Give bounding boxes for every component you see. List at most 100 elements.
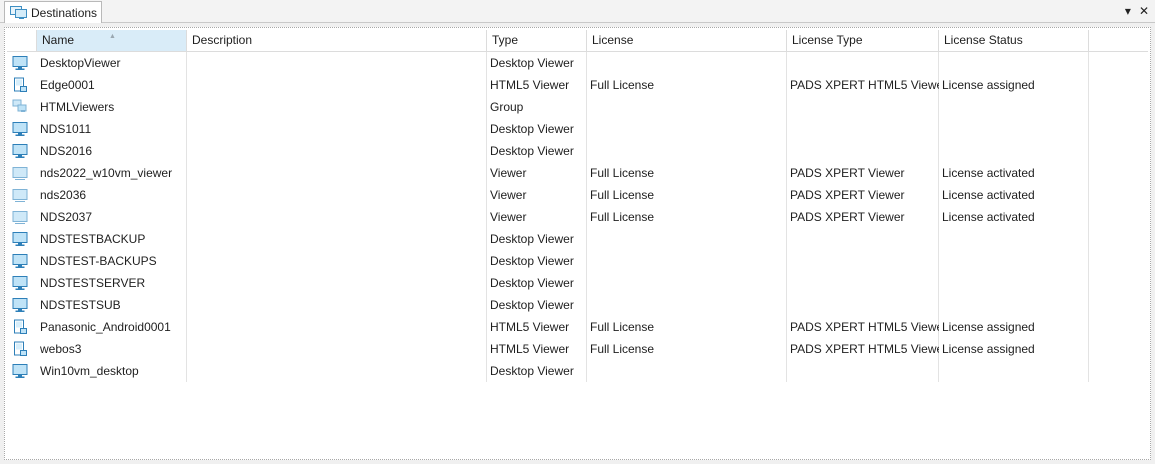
close-icon[interactable]: ✕ xyxy=(1139,4,1149,18)
cell-name: nds2022_w10vm_viewer xyxy=(40,166,173,180)
cell-name: Edge0001 xyxy=(40,78,95,92)
html5-viewer-icon xyxy=(12,319,28,335)
cell-license-status: License assigned xyxy=(942,342,1035,356)
cell-type: Desktop Viewer xyxy=(490,254,574,268)
tab-label: Destinations xyxy=(31,5,98,20)
cell-description xyxy=(187,206,487,228)
cell-type: Group xyxy=(490,100,524,114)
cell-license-type: PADS XPERT Viewer xyxy=(790,188,905,202)
cell-license xyxy=(587,294,787,316)
cell-license-status xyxy=(939,294,1089,316)
cell-license-type xyxy=(787,294,939,316)
cell-type: HTML5 Viewer xyxy=(490,342,570,356)
column-header-description[interactable]: Description xyxy=(187,30,487,51)
table-row[interactable]: DesktopViewer Desktop Viewer xyxy=(7,52,1148,74)
table-row[interactable]: HTMLViewers Group xyxy=(7,96,1148,118)
grid-rows: DesktopViewer Desktop Viewer Edge0001 HTML5… xyxy=(7,52,1148,382)
sort-ascending-icon: ▲ xyxy=(109,33,116,40)
table-row[interactable]: nds2022_w10vm_viewer Viewer Full License PA… xyxy=(7,162,1148,184)
table-row[interactable]: NDSTEST-BACKUPS Desktop Viewer xyxy=(7,250,1148,272)
cell-license-type xyxy=(787,272,939,294)
cell-description xyxy=(187,52,487,74)
table-row[interactable]: NDS2037 Viewer Full License PADS XPERT View… xyxy=(7,206,1148,228)
cell-type: Desktop Viewer xyxy=(490,56,574,70)
table-row[interactable]: NDS2016 Desktop Viewer xyxy=(7,140,1148,162)
table-row[interactable]: Win10vm_desktop Desktop Viewer xyxy=(7,360,1148,382)
cell-description xyxy=(187,74,487,96)
cell-description xyxy=(187,272,487,294)
tab-strip: Destinations ▾ ✕ xyxy=(0,0,1155,23)
grid-header: ▲ Name Description Type License License … xyxy=(7,30,1148,52)
cell-license-type xyxy=(787,228,939,250)
cell-description xyxy=(187,228,487,250)
cell-license-status xyxy=(939,360,1089,382)
cell-description xyxy=(187,250,487,272)
column-header-name[interactable]: ▲ Name xyxy=(37,30,187,51)
cell-type: Desktop Viewer xyxy=(490,122,574,136)
cell-license: Full License xyxy=(590,188,655,202)
cell-license xyxy=(587,118,787,140)
cell-name: HTMLViewers xyxy=(40,100,115,114)
cell-description xyxy=(187,140,487,162)
cell-description xyxy=(187,118,487,140)
cell-description xyxy=(187,360,487,382)
monitor-icon xyxy=(12,275,28,291)
cell-license: Full License xyxy=(590,78,655,92)
monitor-icon xyxy=(12,121,28,137)
monitor-icon xyxy=(12,55,28,71)
column-header-license[interactable]: License xyxy=(587,30,787,51)
destinations-panel: ▲ Name Description Type License License … xyxy=(4,27,1151,460)
cell-name: NDS2016 xyxy=(40,144,93,158)
cell-license xyxy=(587,140,787,162)
tab-destinations[interactable]: Destinations xyxy=(4,1,102,23)
cell-license xyxy=(587,360,787,382)
cell-name: Panasonic_Android0001 xyxy=(40,320,171,334)
cell-license-type: PADS XPERT HTML5 Viewer xyxy=(790,342,939,356)
cell-license-status: License activated xyxy=(942,166,1035,180)
chevron-down-icon[interactable]: ▾ xyxy=(1125,4,1131,18)
table-row[interactable]: webos3 HTML5 Viewer Full License PADS XPERT… xyxy=(7,338,1148,360)
cell-license-type xyxy=(787,250,939,272)
cell-license xyxy=(587,250,787,272)
cell-name: DesktopViewer xyxy=(40,56,121,70)
cell-license: Full License xyxy=(590,166,655,180)
monitor-icon xyxy=(12,143,28,159)
cell-license xyxy=(587,272,787,294)
column-header-type[interactable]: Type xyxy=(487,30,587,51)
cell-license xyxy=(587,96,787,118)
cell-license-status xyxy=(939,272,1089,294)
cell-license-status xyxy=(939,118,1089,140)
table-row[interactable]: NDSTESTBACKUP Desktop Viewer xyxy=(7,228,1148,250)
cell-name: webos3 xyxy=(40,342,82,356)
cell-type: HTML5 Viewer xyxy=(490,320,570,334)
cell-license-type: PADS XPERT HTML5 Viewer xyxy=(790,78,939,92)
column-header-license-type[interactable]: License Type xyxy=(787,30,939,51)
column-header-license-status[interactable]: License Status xyxy=(939,30,1089,51)
cell-name: nds2036 xyxy=(40,188,87,202)
cell-name: NDSTEST-BACKUPS xyxy=(40,254,157,268)
icon-column-header xyxy=(7,30,37,51)
monitor-icon xyxy=(12,253,28,269)
cell-type: Viewer xyxy=(490,188,527,202)
cell-license: Full License xyxy=(590,320,655,334)
cell-license-status xyxy=(939,96,1089,118)
cell-description xyxy=(187,338,487,360)
cell-license-type xyxy=(787,52,939,74)
table-row[interactable]: Edge0001 HTML5 Viewer Full License PADS XPE… xyxy=(7,74,1148,96)
cell-type: Desktop Viewer xyxy=(490,298,574,312)
cell-license: Full License xyxy=(590,210,655,224)
table-row[interactable]: NDS1011 Desktop Viewer xyxy=(7,118,1148,140)
table-row[interactable]: NDSTESTSERVER Desktop Viewer xyxy=(7,272,1148,294)
table-row[interactable]: nds2036 Viewer Full License PADS XPERT View… xyxy=(7,184,1148,206)
cell-license-status: License assigned xyxy=(942,320,1035,334)
cell-license-status xyxy=(939,228,1089,250)
cell-license-type xyxy=(787,118,939,140)
cell-type: HTML5 Viewer xyxy=(490,78,570,92)
cell-license xyxy=(587,228,787,250)
table-row[interactable]: NDSTESTSUB Desktop Viewer xyxy=(7,294,1148,316)
cell-description xyxy=(187,96,487,118)
destinations-icon xyxy=(10,6,27,19)
cell-name: Win10vm_desktop xyxy=(40,364,139,378)
table-row[interactable]: Panasonic_Android0001 HTML5 Viewer Full Li… xyxy=(7,316,1148,338)
cell-license-type: PADS XPERT Viewer xyxy=(790,210,905,224)
